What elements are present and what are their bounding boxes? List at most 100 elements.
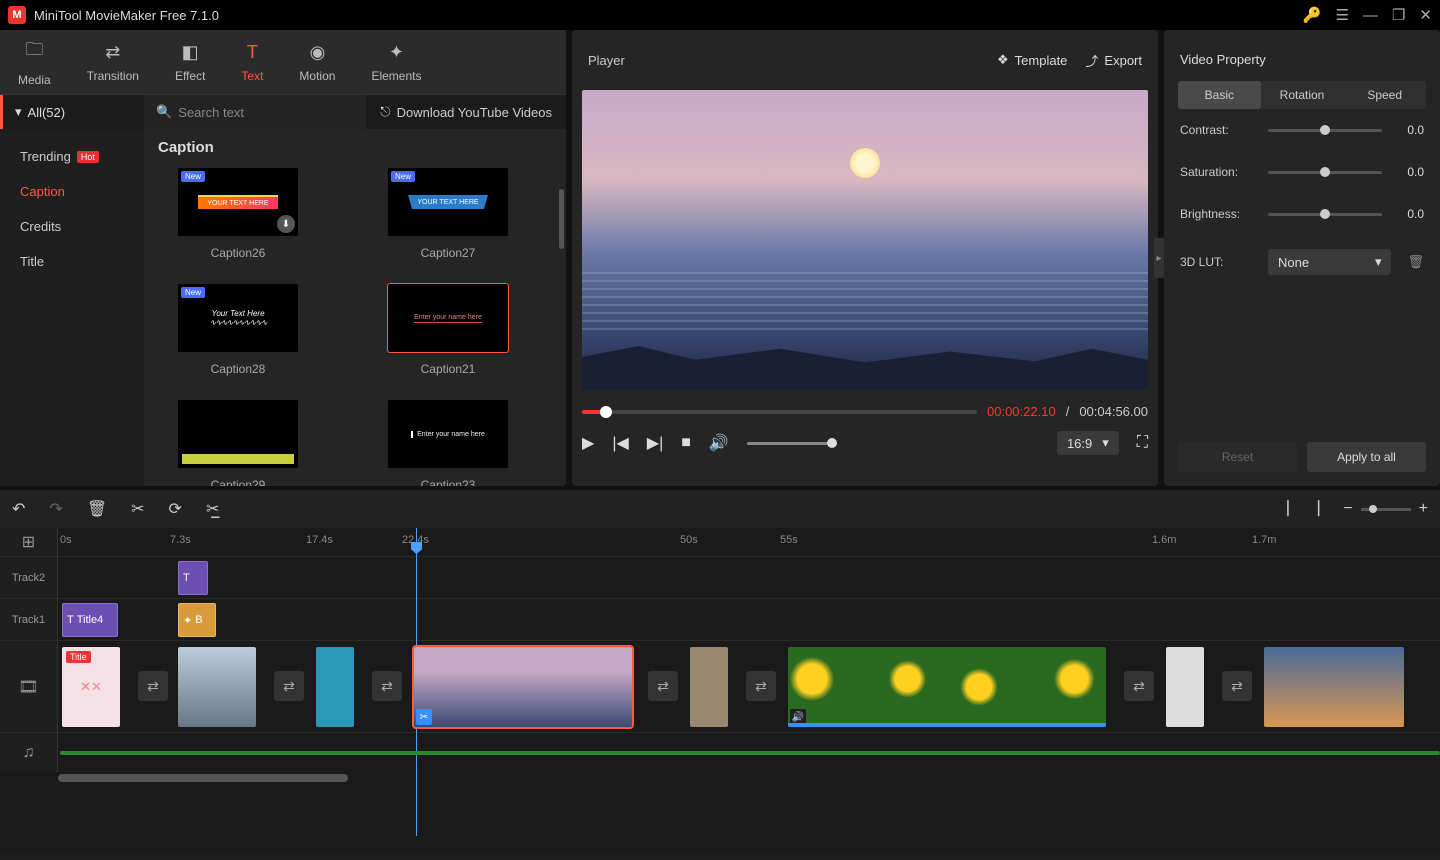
reset-button[interactable]: Reset [1178, 442, 1297, 472]
video-clip[interactable] [178, 647, 256, 727]
audio-track-body[interactable] [58, 733, 1440, 772]
video-clip[interactable] [690, 647, 728, 727]
video-clip[interactable]: 🔊 [788, 647, 1106, 727]
play-icon[interactable]: ▶ [582, 433, 594, 453]
template-icon: ❖ [997, 52, 1009, 68]
delete-icon[interactable]: 🗑 [87, 499, 107, 519]
close-icon[interactable]: ✕ [1419, 6, 1432, 24]
download-youtube-button[interactable]: ⎋Download YouTube Videos [366, 95, 566, 129]
video-clip[interactable] [1166, 647, 1204, 727]
player-controls: ▶ |◀ ▶| ■ 🔊 16:9▾ ⛶ [572, 425, 1158, 465]
aspect-select[interactable]: 16:9▾ [1057, 431, 1119, 455]
key-icon[interactable]: 🔑 [1303, 6, 1322, 24]
track-2-body[interactable]: T [58, 557, 1440, 598]
maximize-icon[interactable]: ❐ [1392, 6, 1405, 24]
property-footer: Reset Apply to all [1164, 428, 1440, 486]
property-tabs: Basic Rotation Speed [1178, 81, 1426, 109]
template-card[interactable]: Enter your name here Caption23 [368, 400, 528, 486]
track-1-body[interactable]: TTitle4 ✦B [58, 599, 1440, 640]
player-panel: Player ❖Template ⤴Export 00:00:22.10 / 0… [572, 30, 1158, 486]
video-track-body[interactable]: Title✕✕ ⇄ ⇄ ⇄ ✂ ⇄ ⇄ 🔊 ⇄ ⇄ [58, 641, 1440, 732]
scrub-track[interactable] [582, 410, 977, 414]
zoom-out-icon[interactable]: − [1343, 500, 1352, 518]
next-frame-icon[interactable]: ▶| [647, 433, 663, 453]
template-card[interactable]: NewYour Text Here∿∿∿∿∿∿∿∿∿∿ Caption28 [158, 284, 318, 376]
zoom-slider[interactable] [1361, 508, 1411, 511]
ptab-rotation[interactable]: Rotation [1261, 81, 1344, 109]
time-ruler[interactable]: 0s 7.3s 17.4s 22.4s 50s 55s 1.6m 1.7m [58, 528, 1440, 556]
cut-icon[interactable]: ✂ [416, 709, 432, 725]
search-input[interactable]: 🔍Search text [144, 95, 366, 129]
template-grid: Caption NewYOUR TEXT HERE⬇ Caption26 New… [144, 129, 566, 486]
cat-caption[interactable]: Caption [0, 174, 144, 209]
transition-slot[interactable]: ⇄ [138, 671, 168, 701]
preview-viewport[interactable] [582, 90, 1148, 390]
prev-frame-icon[interactable]: |◀ [612, 433, 628, 453]
redo-icon[interactable]: ↷ [49, 499, 62, 519]
crop-icon[interactable]: ✂̲ [206, 499, 219, 519]
chevron-down-icon: ▾ [1102, 435, 1109, 451]
template-card[interactable]: Caption29 [158, 400, 318, 486]
tab-transition[interactable]: ⇄Transition [69, 30, 157, 94]
video-track-icon: 🎞 [0, 641, 58, 732]
apply-all-button[interactable]: Apply to all [1307, 442, 1426, 472]
video-clip[interactable] [1264, 647, 1404, 727]
undo-icon[interactable]: ↶ [12, 499, 25, 519]
cat-credits[interactable]: Credits [0, 209, 144, 244]
audio-track-icon: ♫ [0, 733, 58, 772]
ptab-basic[interactable]: Basic [1178, 81, 1261, 109]
download-icon[interactable]: ⬇ [277, 215, 295, 233]
library-panel: 🗀Media ⇄Transition ◧Effect TText ◉Motion… [0, 30, 566, 486]
cat-trending[interactable]: TrendingHot [0, 139, 144, 174]
filter-all[interactable]: ▾All(52) [0, 95, 144, 129]
fit-icon[interactable]: ⎸⎹ [1287, 500, 1319, 518]
tab-motion[interactable]: ◉Motion [281, 30, 353, 94]
template-card[interactable]: Enter your name here Caption21 [368, 284, 528, 376]
video-clip[interactable]: Title✕✕ [62, 647, 120, 727]
saturation-slider[interactable] [1268, 171, 1382, 174]
prop-3dlut: 3D LUT: None▾ 🗑 [1164, 235, 1440, 289]
export-button[interactable]: ⤴Export [1085, 51, 1142, 70]
add-track-icon[interactable]: ⊞ [0, 528, 58, 556]
transition-slot[interactable]: ⇄ [1222, 671, 1252, 701]
title-clip[interactable]: TTitle4 [62, 603, 118, 637]
scrub-knob[interactable] [600, 406, 612, 418]
transition-slot[interactable]: ⇄ [274, 671, 304, 701]
template-card[interactable]: NewYOUR TEXT HERE⬇ Caption26 [158, 168, 318, 260]
tab-text[interactable]: TText [223, 30, 281, 94]
speed-icon[interactable]: ⟳ [169, 499, 182, 519]
fullscreen-icon[interactable]: ⛶ [1137, 434, 1148, 452]
template-card[interactable]: NewYOUR TEXT HERE Caption27 [368, 168, 528, 260]
tab-media[interactable]: 🗀Media [0, 30, 69, 94]
minimize-icon[interactable]: — [1363, 7, 1378, 24]
contrast-slider[interactable] [1268, 129, 1382, 132]
transition-slot[interactable]: ⇄ [648, 671, 678, 701]
zoom-in-icon[interactable]: + [1419, 500, 1428, 518]
ptab-speed[interactable]: Speed [1343, 81, 1426, 109]
collapse-icon[interactable]: ▸ [1154, 238, 1164, 278]
audio-clip[interactable] [60, 751, 1440, 755]
tab-effect[interactable]: ◧Effect [157, 30, 223, 94]
scrub-bar: 00:00:22.10 / 00:04:56.00 [582, 404, 1148, 419]
menu-icon[interactable]: ☰ [1336, 6, 1349, 24]
transition-slot[interactable]: ⇄ [1124, 671, 1154, 701]
video-clip-selected[interactable]: ✂ [414, 647, 632, 727]
lut-select[interactable]: None▾ [1268, 249, 1391, 275]
volume-icon[interactable]: 🔊 [709, 433, 729, 453]
text-clip[interactable]: T [178, 561, 208, 595]
stop-icon[interactable]: ■ [681, 434, 691, 452]
hscroll-thumb[interactable] [58, 774, 348, 782]
brightness-slider[interactable] [1268, 213, 1382, 216]
split-icon[interactable]: ✂ [131, 499, 144, 519]
volume-slider[interactable] [747, 442, 837, 445]
video-clip[interactable] [316, 647, 354, 727]
cat-title[interactable]: Title [0, 244, 144, 279]
element-clip[interactable]: ✦B [178, 603, 216, 637]
tab-elements[interactable]: ✦Elements [353, 30, 439, 94]
video-track: 🎞 Title✕✕ ⇄ ⇄ ⇄ ✂ ⇄ ⇄ 🔊 ⇄ ⇄ [0, 640, 1440, 732]
scrollbar[interactable] [559, 189, 564, 249]
trash-icon[interactable]: 🗑 [1407, 254, 1424, 270]
transition-slot[interactable]: ⇄ [372, 671, 402, 701]
template-button[interactable]: ❖Template [997, 52, 1067, 68]
transition-slot[interactable]: ⇄ [746, 671, 776, 701]
